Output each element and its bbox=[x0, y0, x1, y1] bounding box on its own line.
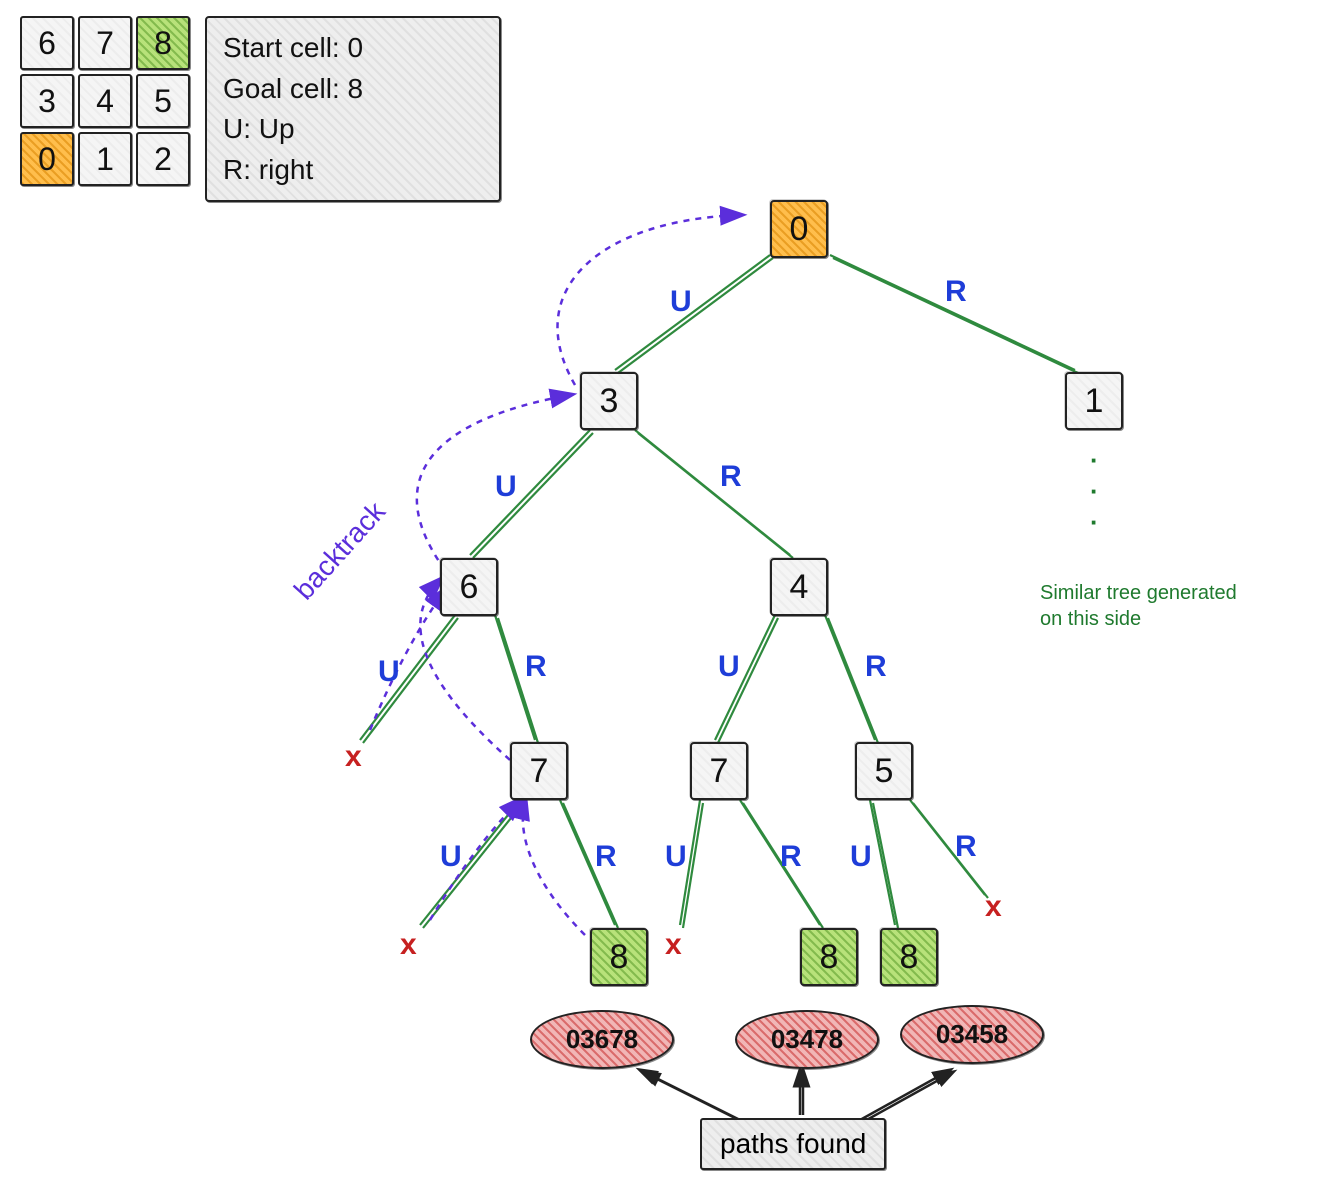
cell-1: 1 bbox=[78, 132, 132, 186]
node-8-c: 8 bbox=[880, 928, 938, 986]
cell-2-val: 2 bbox=[154, 141, 172, 178]
edge-4-5-R: R bbox=[865, 650, 887, 684]
cell-5-val: 5 bbox=[154, 83, 172, 120]
cell-3: 3 bbox=[20, 74, 74, 128]
edge-3-6-U: U bbox=[495, 470, 517, 504]
dead-6U: x bbox=[345, 740, 362, 774]
node-8-a-val: 8 bbox=[610, 938, 629, 977]
legend-up: U: Up bbox=[223, 109, 483, 150]
edge-6-7-R: R bbox=[525, 650, 547, 684]
node-8-c-val: 8 bbox=[900, 938, 919, 977]
cell-8-val: 8 bbox=[154, 25, 172, 62]
node-root-0-val: 0 bbox=[790, 210, 809, 249]
cell-3-val: 3 bbox=[38, 83, 56, 120]
node-4-val: 4 bbox=[790, 568, 809, 607]
cell-7: 7 bbox=[78, 16, 132, 70]
diagram-canvas: { "grid": { "cells": [ {"v":"6"},{"v":"7… bbox=[0, 0, 1325, 1187]
dead-7aU: x bbox=[400, 928, 417, 962]
node-8-b-val: 8 bbox=[820, 938, 839, 977]
cell-2: 2 bbox=[136, 132, 190, 186]
node-3: 3 bbox=[580, 372, 638, 430]
node-5-val: 5 bbox=[875, 752, 894, 791]
path-03678-val: 03678 bbox=[566, 1024, 638, 1055]
node-8-b: 8 bbox=[800, 928, 858, 986]
cell-0-val: 0 bbox=[38, 141, 56, 178]
cell-5: 5 bbox=[136, 74, 190, 128]
path-oval-03458: 03458 bbox=[900, 1005, 1044, 1064]
node-7-right-val: 7 bbox=[710, 752, 729, 791]
cell-4: 4 bbox=[78, 74, 132, 128]
edge-0-1-R: R bbox=[945, 275, 967, 309]
edge-7b-x-U: U bbox=[665, 840, 687, 874]
node-6: 6 bbox=[440, 558, 498, 616]
path-oval-03678: 03678 bbox=[530, 1010, 674, 1069]
paths-found-label: paths found bbox=[720, 1128, 866, 1160]
node-8-a: 8 bbox=[590, 928, 648, 986]
path-oval-03478: 03478 bbox=[735, 1010, 879, 1069]
paths-found-box: paths found bbox=[700, 1118, 886, 1170]
edge-5-8-U: U bbox=[850, 840, 872, 874]
edge-4-7-U: U bbox=[718, 650, 740, 684]
edge-7a-x-U: U bbox=[440, 840, 462, 874]
edge-7b-8-R: R bbox=[780, 840, 802, 874]
cell-6: 6 bbox=[20, 16, 74, 70]
path-03478-val: 03478 bbox=[771, 1024, 843, 1055]
legend-goal: Goal cell: 8 bbox=[223, 69, 483, 110]
cell-1-val: 1 bbox=[96, 141, 114, 178]
cell-6-val: 6 bbox=[38, 25, 56, 62]
dead-5R: x bbox=[985, 890, 1002, 924]
tree-note: Similar tree generated on this side bbox=[1040, 580, 1260, 632]
cell-4-val: 4 bbox=[96, 83, 114, 120]
legend-right: R: right bbox=[223, 150, 483, 191]
edge-7a-8-R: R bbox=[595, 840, 617, 874]
ellipsis-dots: ··· bbox=[1090, 445, 1101, 538]
node-4: 4 bbox=[770, 558, 828, 616]
cell-7-val: 7 bbox=[96, 25, 114, 62]
cell-8-goal: 8 bbox=[136, 16, 190, 70]
node-6-val: 6 bbox=[460, 568, 479, 607]
edge-3-4-R: R bbox=[720, 460, 742, 494]
dead-7bU: x bbox=[665, 928, 682, 962]
node-7-left-val: 7 bbox=[530, 752, 549, 791]
node-root-0: 0 bbox=[770, 200, 828, 258]
edge-6-x-U: U bbox=[378, 655, 400, 689]
edge-0-3-U: U bbox=[670, 285, 692, 319]
node-3-val: 3 bbox=[600, 382, 619, 421]
paths-arrows bbox=[640, 1070, 953, 1122]
node-7-left: 7 bbox=[510, 742, 568, 800]
path-03458-val: 03458 bbox=[936, 1019, 1008, 1050]
node-5: 5 bbox=[855, 742, 913, 800]
cell-0-start: 0 bbox=[20, 132, 74, 186]
node-1-val: 1 bbox=[1085, 382, 1104, 421]
node-1: 1 bbox=[1065, 372, 1123, 430]
legend-box: Start cell: 0 Goal cell: 8 U: Up R: righ… bbox=[205, 16, 501, 202]
node-7-right: 7 bbox=[690, 742, 748, 800]
edge-5-x-R: R bbox=[955, 830, 977, 864]
legend-start: Start cell: 0 bbox=[223, 28, 483, 69]
